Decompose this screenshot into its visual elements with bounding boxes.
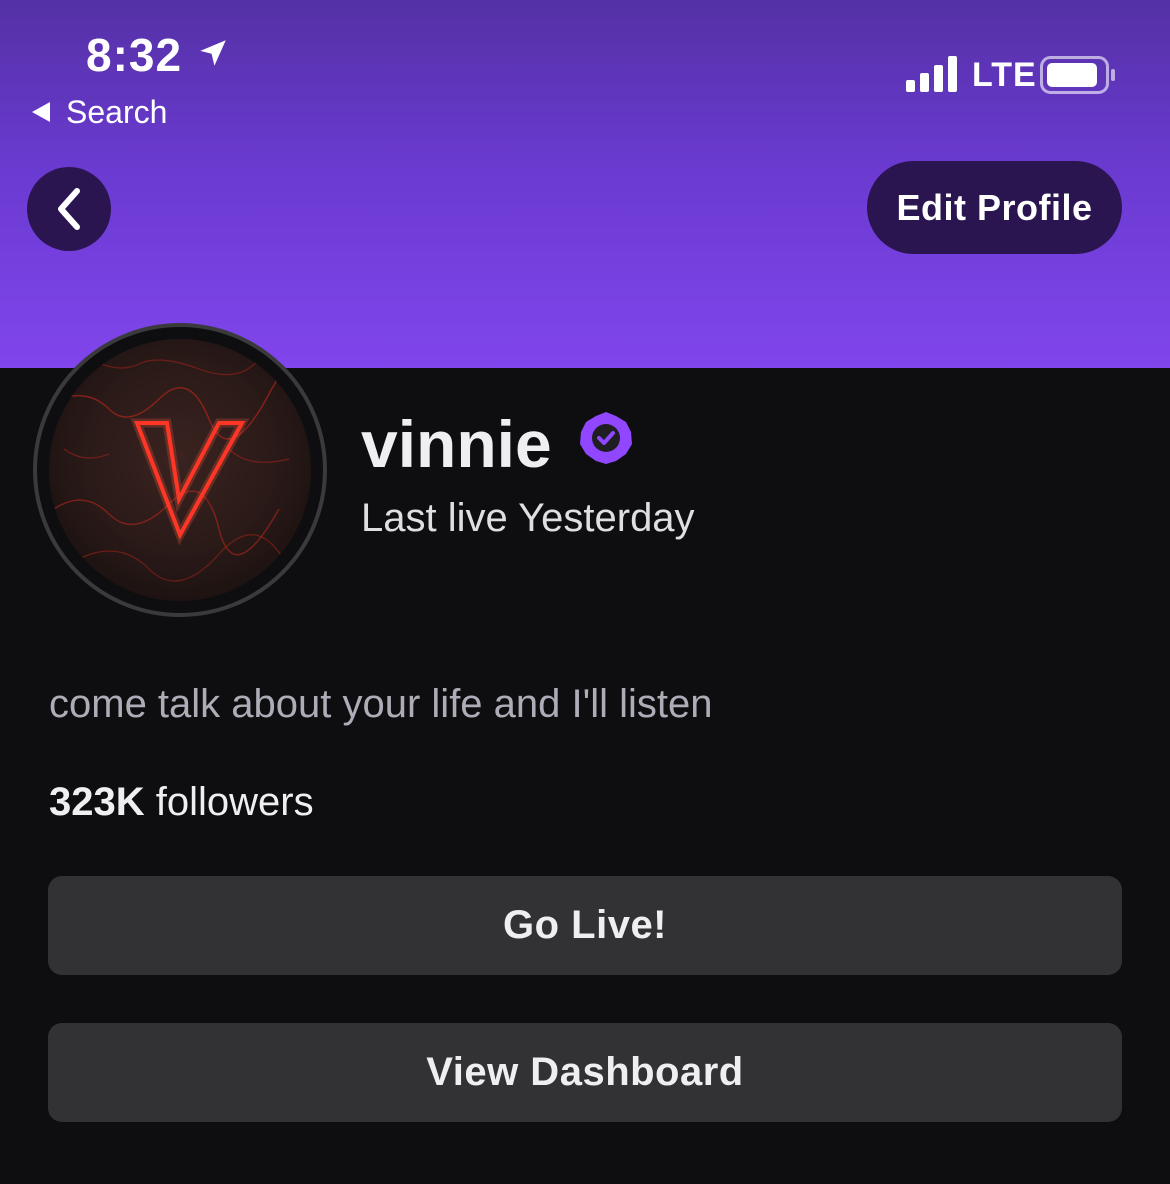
followers-label: followers [144,780,314,824]
username: vinnie [361,407,552,481]
network-type: LTE [972,56,1037,94]
battery-icon [1040,56,1115,94]
signal-bars-icon [906,56,957,92]
back-to-app-link[interactable]: Search [32,92,167,132]
followers-count[interactable]: 323K followers [49,778,314,826]
location-arrow-icon [200,40,226,66]
followers-number: 323K [49,780,145,824]
back-triangle-icon [32,102,50,122]
status-time: 8:32 [86,29,183,81]
verified-badge-icon [580,412,632,464]
profile-header-banner: 8:32 Search LTE Edit Profile [0,0,1170,368]
go-live-button[interactable]: Go Live! [48,876,1122,975]
profile-bio: come talk about your life and I'll liste… [49,682,713,726]
view-dashboard-button[interactable]: View Dashboard [48,1023,1122,1122]
edit-profile-button[interactable]: Edit Profile [867,161,1122,254]
last-live-status: Last live Yesterday [361,496,695,540]
back-button[interactable] [27,167,111,251]
avatar[interactable] [33,323,327,617]
back-to-app-label: Search [66,93,168,130]
avatar-image [49,339,311,601]
chevron-left-icon [58,188,80,230]
